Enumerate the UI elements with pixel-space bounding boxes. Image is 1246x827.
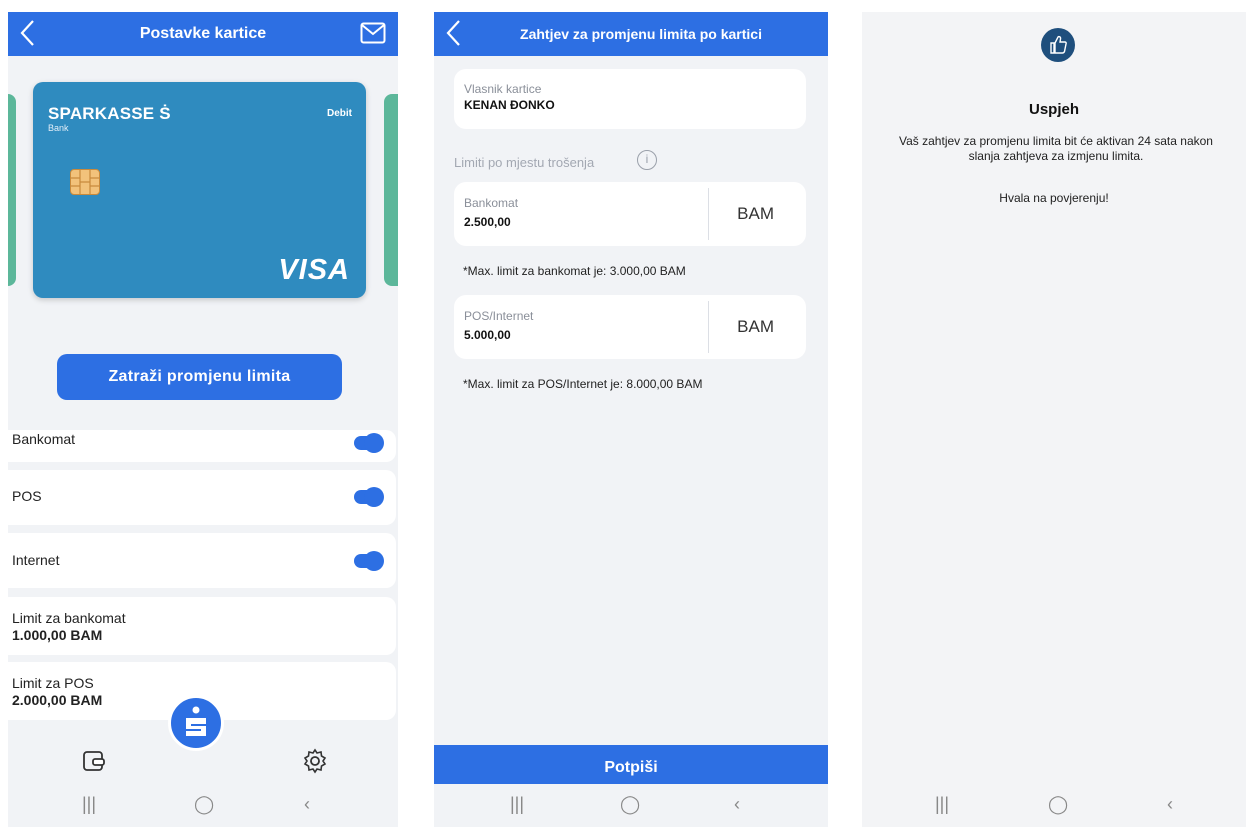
atm-max-note: *Max. limit za bankomat je: 3.000,00 BAM <box>463 264 686 278</box>
limit-row-bankomat[interactable]: Limit za bankomat 1.000,00 BAM <box>8 597 396 655</box>
atm-limit-field[interactable]: Bankomat 2.500,00 BAM <box>454 182 806 246</box>
recent-apps-icon[interactable]: ||| <box>935 794 949 815</box>
gear-icon[interactable] <box>302 748 328 774</box>
mail-icon[interactable] <box>360 22 386 44</box>
brand-logo: SPARKASSE Ṡ <box>48 104 171 124</box>
success-title: Uspjeh <box>1028 101 1079 118</box>
recent-apps-icon[interactable]: ||| <box>82 794 96 815</box>
app-bar: Zahtjev za promjenu limita po kartici <box>434 12 828 56</box>
limit-label: Limit za bankomat <box>12 610 126 626</box>
next-card-peek[interactable] <box>384 94 398 286</box>
currency-label: BAM <box>737 317 774 336</box>
bankomat-toggle[interactable] <box>354 433 384 453</box>
brand-name: SPARKASSE <box>48 104 155 123</box>
divider <box>708 301 709 353</box>
limit-change-request-screen: Zahtjev za promjenu limita po kartici Vl… <box>434 12 828 827</box>
success-message: Vaš zahtjev za promjenu limita bit će ak… <box>866 134 1246 164</box>
internet-toggle[interactable] <box>354 551 384 571</box>
toggle-row-pos: POS <box>8 470 396 525</box>
success-screen: Uspjeh Vaš zahtjev za promjenu limita bi… <box>862 12 1246 827</box>
page-title: Postavke kartice <box>139 25 267 42</box>
visa-logo: VISA <box>278 254 350 286</box>
home-icon[interactable]: ◯ <box>194 794 214 815</box>
toggle-row-bankomat: Bankomat <box>8 430 396 462</box>
info-icon[interactable]: i <box>637 150 657 170</box>
home-fab-button[interactable] <box>168 695 224 751</box>
system-back-icon[interactable]: ‹ <box>1167 794 1173 815</box>
system-nav-bar: ||| ◯ ‹ <box>862 784 1246 827</box>
owner-label: Vlasnik kartice <box>464 82 542 96</box>
system-back-icon[interactable]: ‹ <box>304 794 310 815</box>
request-limit-change-button[interactable]: Zatraži promjenu limita <box>57 354 342 400</box>
message-line: Vaš zahtjev za promjenu limita bit će ak… <box>899 134 1213 148</box>
limit-label: Limit za POS <box>12 675 94 691</box>
system-nav-bar: ||| ◯ ‹ <box>8 784 398 827</box>
pos-limit-field[interactable]: POS/Internet 5.000,00 BAM <box>454 295 806 359</box>
sparkasse-s-icon: Ṡ <box>159 104 171 123</box>
sparkasse-logo-icon <box>186 706 206 736</box>
previous-card-peek[interactable] <box>8 94 16 286</box>
pos-limit-input[interactable]: 5.000,00 <box>464 328 511 342</box>
atm-limit-label: Bankomat <box>464 196 519 210</box>
recent-apps-icon[interactable]: ||| <box>510 794 524 815</box>
toggle-row-internet: Internet <box>8 533 396 588</box>
system-nav-bar: ||| ◯ ‹ <box>434 784 828 827</box>
home-icon[interactable]: ◯ <box>1048 794 1068 815</box>
atm-limit-input[interactable]: 2.500,00 <box>464 215 511 229</box>
thumbs-up-icon <box>1041 28 1075 62</box>
limit-value: 2.000,00 BAM <box>12 692 103 708</box>
toggle-label: Bankomat <box>12 431 76 447</box>
card-settings-screen: Postavke kartice SPARKASSE Ṡ Bank Debit … <box>8 12 398 827</box>
section-label: Limiti po mjestu trošenja <box>454 155 595 170</box>
message-line: slanja zahtjeva za izmjenu limita. <box>968 149 1144 163</box>
divider <box>708 188 709 240</box>
pos-limit-label: POS/Internet <box>464 309 534 323</box>
pos-toggle[interactable] <box>354 487 384 507</box>
chip-icon <box>70 169 100 195</box>
wallet-icon[interactable] <box>82 749 108 773</box>
pos-max-note: *Max. limit za POS/Internet je: 8.000,00… <box>463 377 703 391</box>
debit-card[interactable]: SPARKASSE Ṡ Bank Debit VISA <box>33 82 366 298</box>
card-type: Debit <box>327 108 352 119</box>
brand-subtitle: Bank <box>48 123 69 133</box>
home-icon[interactable]: ◯ <box>620 794 640 815</box>
thanks-text: Hvala na povjerenju! <box>999 191 1109 205</box>
page-title: Zahtjev za promjenu limita po kartici <box>520 26 762 42</box>
currency-label: BAM <box>737 204 774 223</box>
owner-value: KENAN ĐONKO <box>464 98 555 112</box>
app-bar: Postavke kartice <box>8 12 398 56</box>
toggle-label: POS <box>12 488 42 504</box>
limit-value: 1.000,00 BAM <box>12 627 103 643</box>
card-owner-panel: Vlasnik kartice KENAN ĐONKO <box>454 69 806 129</box>
toggle-label: Internet <box>12 552 60 568</box>
system-back-icon[interactable]: ‹ <box>734 794 740 815</box>
